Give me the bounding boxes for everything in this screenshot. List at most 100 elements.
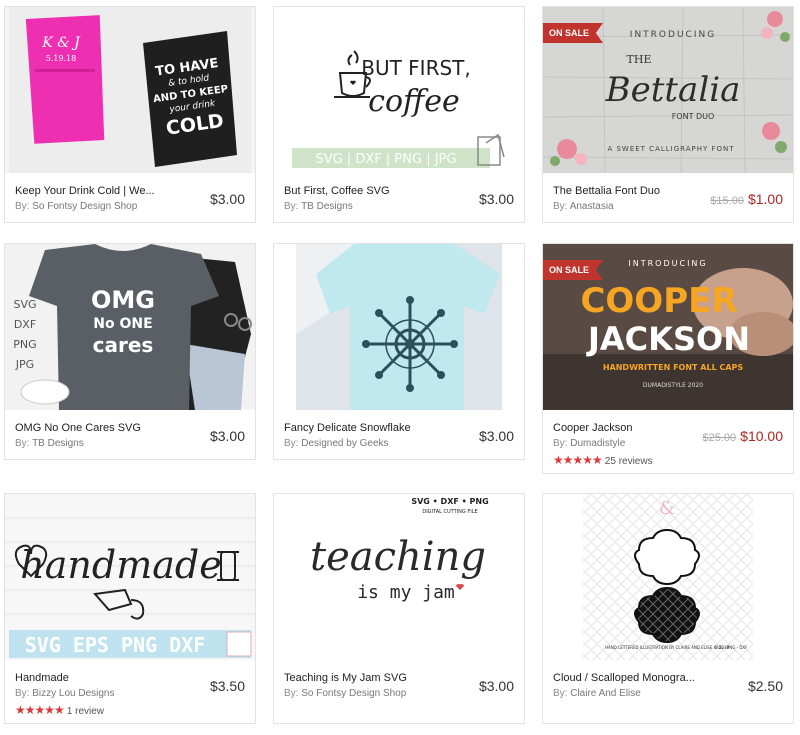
product-byline: By: Claire And Elise xyxy=(553,688,641,699)
product-byline: By: Designed by Geeks xyxy=(284,438,389,449)
image-text: handmade xyxy=(20,543,221,587)
product-byline: By: Bizzy Lou Designs xyxy=(15,688,115,699)
product-card[interactable]: BUT FIRST, coffee SVG | DXF | PNG | JPG … xyxy=(273,6,525,223)
product-title[interactable]: Keep Your Drink Cold | We... xyxy=(15,185,165,197)
product-card[interactable]: OMG No ONE cares SVG DXF PNG JPG OMG No … xyxy=(4,243,256,460)
product-title[interactable]: Teaching is My Jam SVG xyxy=(284,672,434,684)
shop-link[interactable]: So Fontsy Design Shop xyxy=(32,201,137,212)
by-label: By: xyxy=(553,438,568,449)
product-title[interactable]: Cooper Jackson xyxy=(553,422,703,434)
product-card[interactable]: INTRODUCING COOPER JACKSON HANDWRITTEN F… xyxy=(542,243,794,474)
product-byline: By: TB Designs xyxy=(15,438,84,449)
product-image[interactable]: K & J 5.19.18 TO HAVE & to hold AND TO K… xyxy=(5,7,255,173)
product-price: $15.00 $1.00 xyxy=(710,191,783,207)
image-text: DUMADISTYLE 2020 xyxy=(643,382,703,389)
price-value: $3.00 xyxy=(478,678,514,694)
product-price: $3.50 xyxy=(210,678,245,694)
product-title[interactable]: OMG No One Cares SVG xyxy=(15,422,165,434)
review-count[interactable]: 25 reviews xyxy=(605,456,653,467)
original-price: $25.00 xyxy=(702,432,737,444)
image-text: SVG EPS PNG DXF xyxy=(25,633,206,657)
product-price: $3.00 xyxy=(479,678,514,694)
product-price: $25.00 $10.00 xyxy=(703,428,783,444)
product-grid: K & J 5.19.18 TO HAVE & to hold AND TO K… xyxy=(0,0,800,735)
by-label: By: xyxy=(553,201,568,212)
product-card[interactable]: K & J 5.19.18 TO HAVE & to hold AND TO K… xyxy=(4,6,256,223)
image-text: SVG • DXF • PNG xyxy=(411,497,488,506)
image-text: JACKSON xyxy=(586,320,750,358)
review-count[interactable]: 1 review xyxy=(67,706,104,717)
price-value: $3.50 xyxy=(209,678,245,694)
product-price: $2.50 xyxy=(748,678,783,694)
product-title[interactable]: Handmade xyxy=(15,672,165,684)
image-text: PNG xyxy=(13,338,36,351)
product-price: $3.00 xyxy=(479,191,514,207)
by-label: By: xyxy=(284,688,299,699)
price-value: $3.00 xyxy=(478,191,514,207)
original-price: $15.00 xyxy=(710,195,744,207)
product-image[interactable]: SVG • DXF • PNG DIGITAL CUTTING FILE tea… xyxy=(274,494,524,660)
image-text: coffee xyxy=(368,84,460,119)
product-image[interactable]: handmade SVG EPS PNG DXF xyxy=(5,494,255,660)
shop-link[interactable]: TB Designs xyxy=(32,438,84,449)
product-image[interactable]: INTRODUCING COOPER JACKSON HANDWRITTEN F… xyxy=(543,244,793,410)
product-title[interactable]: But First, Coffee SVG xyxy=(284,185,434,197)
image-text: SVG xyxy=(13,298,36,311)
image-text: A SWEET CALLIGRAPHY FONT xyxy=(607,145,734,153)
shop-link[interactable]: Dumadistyle xyxy=(570,438,625,449)
product-rating[interactable]: ★★★★★ 1 review xyxy=(15,703,104,717)
by-label: By: xyxy=(15,438,30,449)
product-card[interactable]: handmade SVG EPS PNG DXF Handmade By: Bi… xyxy=(4,493,256,724)
image-text: THE xyxy=(627,53,652,66)
image-text: cares xyxy=(93,333,154,357)
product-image[interactable]: OMG No ONE cares SVG DXF PNG JPG xyxy=(5,244,255,410)
image-text: DIGITAL CUTTING FILE xyxy=(422,509,477,515)
product-title[interactable]: The Bettalia Font Duo xyxy=(553,185,703,197)
product-card[interactable]: & HAND LETTERED ILLUSTRATION BY CLAIRE A… xyxy=(542,493,794,724)
product-byline: By: Dumadistyle xyxy=(553,438,625,449)
product-byline: By: TB Designs xyxy=(284,201,353,212)
shop-link[interactable]: TB Designs xyxy=(301,201,353,212)
shop-link[interactable]: Claire And Elise xyxy=(570,688,641,699)
image-text: SVG | DXF | PNG | JPG xyxy=(316,152,457,167)
product-image[interactable]: INTRODUCING THE Bettalia FONT DUO A SWEE… xyxy=(543,7,793,173)
product-title[interactable]: Cloud / Scalloped Monogra... xyxy=(553,672,703,684)
product-rating[interactable]: ★★★★★ 25 reviews xyxy=(553,453,653,467)
by-label: By: xyxy=(15,688,30,699)
product-byline: By: Anastasia xyxy=(553,201,614,212)
price-value: $3.00 xyxy=(478,428,514,444)
product-image[interactable] xyxy=(274,244,524,410)
product-card[interactable]: SVG • DXF • PNG DIGITAL CUTTING FILE tea… xyxy=(273,493,525,724)
sale-price: $1.00 xyxy=(747,191,783,207)
image-text: COOPER xyxy=(580,281,737,321)
shop-link[interactable]: Anastasia xyxy=(570,201,614,212)
image-text: K & J xyxy=(41,35,81,51)
product-title[interactable]: Fancy Delicate Snowflake xyxy=(284,422,434,434)
shop-link[interactable]: So Fontsy Design Shop xyxy=(301,688,406,699)
image-text: is my jam xyxy=(357,582,455,603)
image-text: teaching xyxy=(310,534,486,580)
by-label: By: xyxy=(284,201,299,212)
image-text: No ONE xyxy=(93,316,152,332)
star-rating-icon: ★★★★★ xyxy=(553,453,603,467)
on-sale-badge: ON SALE xyxy=(543,23,604,43)
shop-link[interactable]: Designed by Geeks xyxy=(301,438,388,449)
shop-link[interactable]: Bizzy Lou Designs xyxy=(32,688,114,699)
product-byline: By: So Fontsy Design Shop xyxy=(284,688,406,699)
sale-price: $10.00 xyxy=(740,428,783,444)
product-card[interactable]: INTRODUCING THE Bettalia FONT DUO A SWEE… xyxy=(542,6,794,223)
image-text: HANDWRITTEN FONT ALL CAPS xyxy=(603,363,744,372)
image-text: BUT FIRST, xyxy=(361,56,471,80)
product-image[interactable]: & HAND LETTERED ILLUSTRATION BY CLAIRE A… xyxy=(543,494,793,660)
product-price: $3.00 xyxy=(210,428,245,444)
by-label: By: xyxy=(284,438,299,449)
on-sale-badge: ON SALE xyxy=(543,260,604,280)
image-text: Bettalia xyxy=(605,70,741,110)
svg-text:&: & xyxy=(659,498,675,519)
image-text: JPG xyxy=(15,358,34,371)
product-card[interactable]: Fancy Delicate Snowflake By: Designed by… xyxy=(273,243,525,460)
image-text: 5.19.18 xyxy=(46,54,77,63)
product-image[interactable]: BUT FIRST, coffee SVG | DXF | PNG | JPG xyxy=(274,7,524,173)
price-value: $2.50 xyxy=(747,678,783,694)
price-value: $3.00 xyxy=(209,428,245,444)
